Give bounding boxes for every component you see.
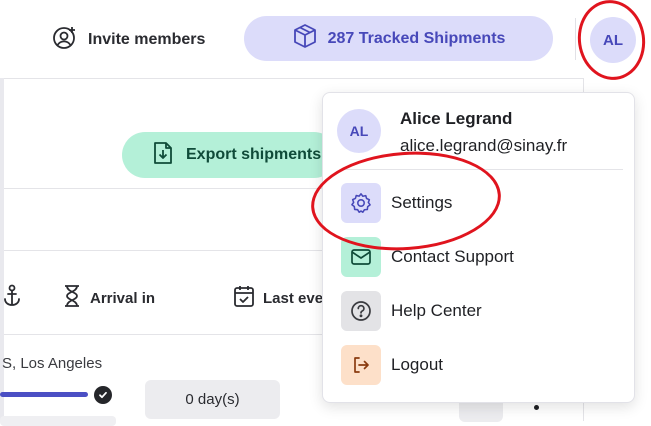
menu-avatar-initials: AL <box>349 123 369 139</box>
menu-item-help-center[interactable]: Help Center <box>341 290 623 332</box>
user-initials: AL <box>603 31 623 49</box>
column-header-last-event[interactable]: Last eve <box>233 284 323 312</box>
user-name: Alice Legrand <box>400 109 513 128</box>
invite-members-label: Invite members <box>88 31 206 48</box>
table-header-divider <box>4 250 322 251</box>
header-divider <box>575 18 576 60</box>
calendar-check-icon <box>233 284 255 312</box>
user-avatar-button[interactable]: AL <box>590 17 636 63</box>
tracked-shipments-button[interactable]: 287 Tracked Shipments <box>244 16 553 61</box>
add-user-icon <box>52 25 78 56</box>
hourglass-icon <box>62 284 82 312</box>
header-rule <box>0 78 583 79</box>
voyage-progress-bar <box>0 392 88 397</box>
arrival-days-value: 0 day(s) <box>185 391 240 408</box>
last-event-column-label: Last eve <box>263 289 324 307</box>
table-row-divider <box>4 334 322 335</box>
export-shipments-label: Export shipments <box>186 146 322 163</box>
gear-icon <box>341 183 381 223</box>
export-shipments-button[interactable]: Export shipments <box>122 132 337 178</box>
menu-avatar: AL <box>337 109 381 153</box>
menu-item-contact-support[interactable]: Contact Support <box>341 236 623 278</box>
next-row-placeholder <box>0 416 116 426</box>
section-divider <box>4 188 322 189</box>
settings-label: Settings <box>391 193 453 212</box>
column-header-arrival[interactable]: Arrival in <box>62 284 155 312</box>
arrival-days-badge: 0 day(s) <box>145 380 280 419</box>
logout-icon <box>341 345 381 385</box>
menu-item-logout[interactable]: Logout <box>341 344 623 386</box>
contact-support-label: Contact Support <box>391 247 514 266</box>
check-circle-icon <box>94 386 112 404</box>
mail-icon <box>341 237 381 277</box>
invite-members-button[interactable]: Invite members <box>52 22 205 58</box>
column-header-vessel[interactable] <box>2 284 22 312</box>
user-email: alice.legrand@sinay.fr <box>400 136 568 155</box>
anchor-icon <box>2 284 22 312</box>
logout-label: Logout <box>391 355 443 374</box>
download-file-icon <box>152 141 174 170</box>
question-icon <box>341 291 381 331</box>
arrival-column-label: Arrival in <box>90 289 156 307</box>
package-icon <box>292 23 318 54</box>
route-destination: S, Los Angeles <box>2 355 103 372</box>
menu-divider <box>341 169 623 170</box>
user-menu-dropdown: AL Alice Legrand alice.legrand@sinay.fr … <box>322 92 635 403</box>
help-center-label: Help Center <box>391 301 482 320</box>
menu-item-settings[interactable]: Settings <box>341 182 623 224</box>
tracked-shipments-label: 287 Tracked Shipments <box>327 29 506 47</box>
more-options-icon[interactable] <box>534 405 539 410</box>
